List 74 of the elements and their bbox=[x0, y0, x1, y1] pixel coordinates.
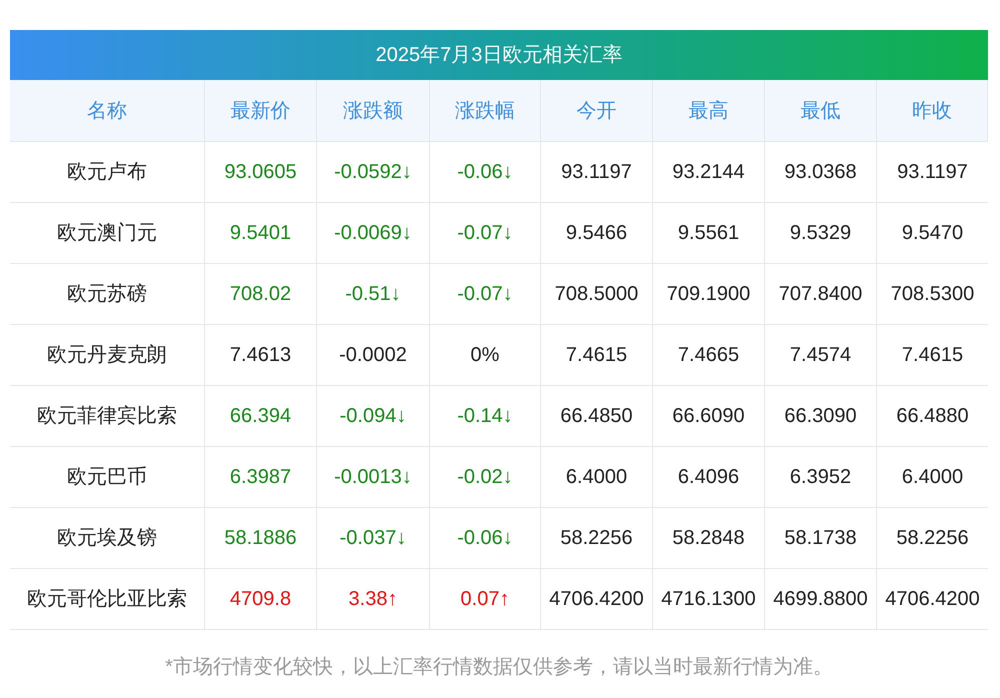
table-cell: 66.4850 bbox=[541, 386, 653, 447]
table-cell: -0.02↓ bbox=[430, 447, 541, 508]
table-cell: 6.3987 bbox=[205, 447, 317, 508]
table-cell: 58.1738 bbox=[765, 508, 877, 569]
table-cell: 7.4615 bbox=[541, 325, 653, 386]
table-cell: 58.2256 bbox=[541, 508, 653, 569]
table-cell: 7.4615 bbox=[877, 325, 988, 386]
table-cell: 58.1886 bbox=[205, 508, 317, 569]
table-cell: 4699.8800 bbox=[765, 569, 877, 630]
table-cell: 7.4665 bbox=[653, 325, 765, 386]
table-cell: -0.51↓ bbox=[317, 264, 430, 325]
currency-name: 欧元菲律宾比索 bbox=[10, 386, 205, 447]
table-cell: 707.8400 bbox=[765, 264, 877, 325]
table-cell: 66.4880 bbox=[877, 386, 988, 447]
column-header: 最新价 bbox=[205, 80, 317, 142]
table-cell: 709.1900 bbox=[653, 264, 765, 325]
column-header: 名称 bbox=[10, 80, 205, 142]
column-header: 涨跌幅 bbox=[430, 80, 541, 142]
table-cell: 708.5000 bbox=[541, 264, 653, 325]
table-cell: 9.5466 bbox=[541, 203, 653, 264]
table-cell: -0.0002 bbox=[317, 325, 430, 386]
table-title: 2025年7月3日欧元相关汇率 bbox=[10, 30, 988, 80]
table-cell: -0.14↓ bbox=[430, 386, 541, 447]
footnote: *市场行情变化较快，以上汇率行情数据仅供参考，请以当时最新行情为准。 bbox=[164, 655, 834, 680]
table-cell: 9.5561 bbox=[653, 203, 765, 264]
table-cell: -0.0592↓ bbox=[317, 142, 430, 203]
table-cell: 58.2256 bbox=[877, 508, 988, 569]
table-cell: 9.5329 bbox=[765, 203, 877, 264]
table-cell: 7.4613 bbox=[205, 325, 317, 386]
currency-name: 欧元哥伦比亚比索 bbox=[10, 569, 205, 630]
column-header: 最低 bbox=[765, 80, 877, 142]
table-cell: 93.0605 bbox=[205, 142, 317, 203]
table-cell: 4706.4200 bbox=[877, 569, 988, 630]
table-cell: -0.0013↓ bbox=[317, 447, 430, 508]
currency-name: 欧元巴币 bbox=[10, 447, 205, 508]
table-cell: 6.4000 bbox=[541, 447, 653, 508]
table-cell: 6.4000 bbox=[877, 447, 988, 508]
table-cell: 6.3952 bbox=[765, 447, 877, 508]
currency-name: 欧元澳门元 bbox=[10, 203, 205, 264]
table-cell: 0% bbox=[430, 325, 541, 386]
table-cell: 708.02 bbox=[205, 264, 317, 325]
table-cell: -0.06↓ bbox=[430, 508, 541, 569]
table-cell: 93.1197 bbox=[541, 142, 653, 203]
column-header: 昨收 bbox=[877, 80, 988, 142]
table-cell: 9.5401 bbox=[205, 203, 317, 264]
table-cell: 66.394 bbox=[205, 386, 317, 447]
table-cell: -0.094↓ bbox=[317, 386, 430, 447]
table-cell: 708.5300 bbox=[877, 264, 988, 325]
table-cell: 4706.4200 bbox=[541, 569, 653, 630]
column-header: 最高 bbox=[653, 80, 765, 142]
table-cell: -0.07↓ bbox=[430, 264, 541, 325]
table-cell: 4716.1300 bbox=[653, 569, 765, 630]
column-header: 涨跌额 bbox=[317, 80, 430, 142]
table-cell: 66.3090 bbox=[765, 386, 877, 447]
table-cell: 66.6090 bbox=[653, 386, 765, 447]
table-cell: -0.037↓ bbox=[317, 508, 430, 569]
column-header: 今开 bbox=[541, 80, 653, 142]
table-cell: 4709.8 bbox=[205, 569, 317, 630]
currency-name: 欧元卢布 bbox=[10, 142, 205, 203]
table-cell: -0.0069↓ bbox=[317, 203, 430, 264]
currency-name: 欧元苏磅 bbox=[10, 264, 205, 325]
table-cell: -0.06↓ bbox=[430, 142, 541, 203]
table-cell: 58.2848 bbox=[653, 508, 765, 569]
currency-name: 欧元丹麦克朗 bbox=[10, 325, 205, 386]
table-cell: 93.1197 bbox=[877, 142, 988, 203]
table-cell: 3.38↑ bbox=[317, 569, 430, 630]
table-cell: 93.0368 bbox=[765, 142, 877, 203]
table-cell: -0.07↓ bbox=[430, 203, 541, 264]
currency-name: 欧元埃及镑 bbox=[10, 508, 205, 569]
table-cell: 6.4096 bbox=[653, 447, 765, 508]
table-cell: 9.5470 bbox=[877, 203, 988, 264]
table-cell: 7.4574 bbox=[765, 325, 877, 386]
table-cell: 0.07↑ bbox=[430, 569, 541, 630]
table-cell: 93.2144 bbox=[653, 142, 765, 203]
